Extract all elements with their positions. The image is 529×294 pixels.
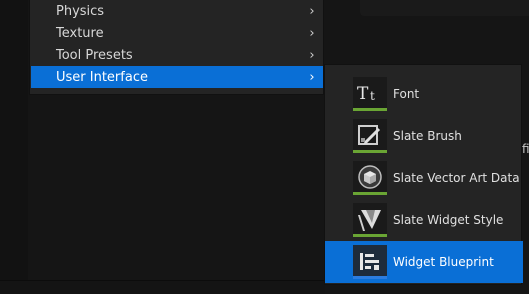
submenu-item-slate-widget-style[interactable]: Slate Widget Style bbox=[325, 199, 523, 241]
left-dock-strip bbox=[0, 0, 28, 293]
chevron-right-icon: › bbox=[309, 25, 315, 41]
submenu-item-label: Slate Brush bbox=[393, 129, 462, 143]
menu-item-label: Physics bbox=[56, 3, 105, 19]
submenu-item-slate-brush[interactable]: Slate Brush bbox=[325, 115, 523, 157]
slate-brush-icon bbox=[353, 119, 387, 153]
background-panel-bottom bbox=[0, 280, 325, 294]
asset-type-bar bbox=[353, 150, 387, 153]
submenu-item-widget-blueprint[interactable]: Widget Blueprint bbox=[325, 241, 523, 283]
svg-text:T: T bbox=[357, 84, 369, 104]
menu-item-user-interface[interactable]: User Interface › bbox=[31, 66, 323, 88]
menu-item-label: Tool Presets bbox=[56, 47, 133, 63]
chevron-right-icon: › bbox=[309, 47, 315, 63]
create-asset-context-menu: Physics › Texture › Tool Presets › User … bbox=[29, 0, 324, 95]
menu-item-label: Texture bbox=[56, 25, 104, 41]
asset-type-bar bbox=[353, 192, 387, 195]
submenu-item-label: Widget Blueprint bbox=[393, 255, 494, 269]
chevron-right-icon: › bbox=[309, 3, 315, 19]
submenu-item-label: Slate Vector Art Data bbox=[393, 171, 520, 185]
widget-blueprint-icon bbox=[353, 245, 387, 279]
submenu-item-font[interactable]: T t Font bbox=[325, 73, 523, 115]
asset-type-bar bbox=[353, 234, 387, 237]
menu-item-physics[interactable]: Physics › bbox=[31, 0, 323, 22]
menu-item-texture[interactable]: Texture › bbox=[31, 22, 323, 44]
asset-type-bar bbox=[353, 108, 387, 111]
menu-item-label: User Interface bbox=[56, 69, 148, 85]
chevron-right-icon: › bbox=[309, 69, 315, 85]
submenu-item-label: Slate Widget Style bbox=[393, 213, 504, 227]
background-cutoff-text: fi bbox=[522, 142, 529, 156]
font-icon: T t bbox=[353, 77, 387, 111]
user-interface-submenu: T t Font Slate Brush Slate Vector Art Da… bbox=[324, 64, 523, 285]
menu-item-tool-presets[interactable]: Tool Presets › bbox=[31, 44, 323, 66]
slate-widget-style-icon bbox=[353, 203, 387, 237]
asset-type-bar bbox=[353, 276, 387, 279]
svg-text:t: t bbox=[370, 89, 375, 103]
background-panel-top-right bbox=[360, 0, 529, 16]
slate-vector-art-icon bbox=[353, 161, 387, 195]
submenu-item-label: Font bbox=[393, 87, 420, 101]
submenu-item-slate-vector-art-data[interactable]: Slate Vector Art Data bbox=[325, 157, 523, 199]
